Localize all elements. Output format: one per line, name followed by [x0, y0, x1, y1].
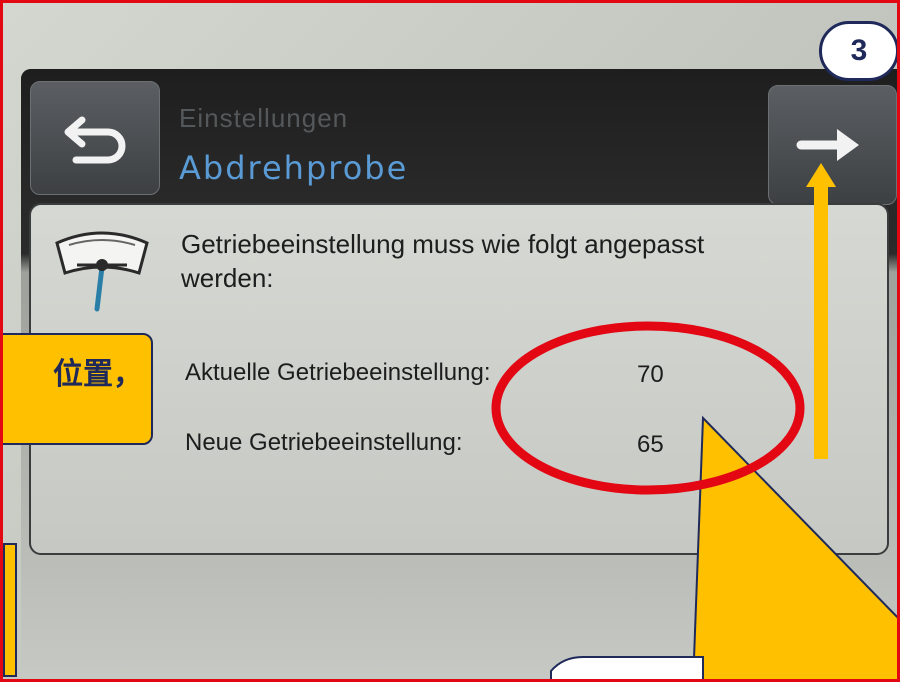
annotation-callout-box: 位置， [3, 333, 153, 445]
annotation-side-box [3, 543, 17, 677]
annotation-callout-pointer [692, 415, 897, 679]
screenshot-frame: Einstellungen Abdrehprobe Getriebeeinste… [0, 0, 900, 682]
annotation-callout-text: 位置， [53, 358, 143, 391]
highlight-ellipse [491, 321, 805, 495]
annotation-arrow-shaft [814, 181, 828, 459]
annotation-arrow-head [806, 163, 836, 187]
step-number-badge: 3 [819, 21, 897, 81]
annotation-bottom-bubble [550, 656, 704, 679]
